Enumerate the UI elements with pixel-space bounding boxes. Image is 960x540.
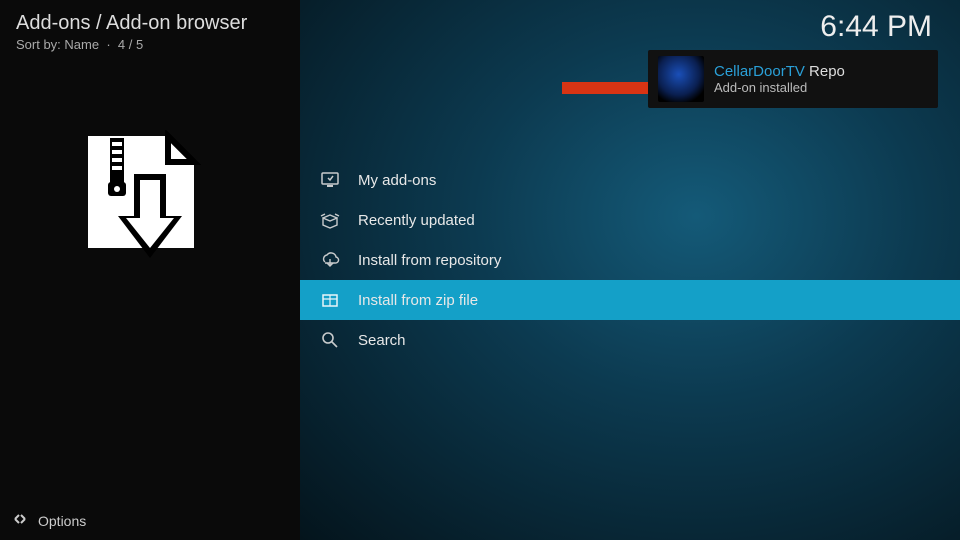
- notification-title: CellarDoorTV Repo: [714, 63, 845, 80]
- menu-item-install-from-repository[interactable]: Install from repository: [300, 240, 960, 280]
- sort-label: Sort by: Name: [16, 37, 99, 52]
- menu-label: Search: [358, 332, 406, 349]
- breadcrumb: Add-ons / Add-on browser: [16, 12, 284, 35]
- menu-label: Install from zip file: [358, 292, 478, 309]
- package-icon: [320, 290, 340, 310]
- globe-icon: [658, 56, 704, 102]
- menu-item-install-from-zip[interactable]: Install from zip file: [300, 280, 960, 320]
- menu-label: Recently updated: [358, 212, 475, 229]
- notification-toast: CellarDoorTV Repo Add-on installed: [648, 50, 938, 108]
- sort-line: Sort by: Name · 4 / 5: [16, 37, 284, 52]
- menu-item-recently-updated[interactable]: Recently updated: [300, 200, 960, 240]
- menu-item-search[interactable]: Search: [300, 320, 960, 360]
- clock: 6:44 PM: [820, 10, 932, 44]
- notification-subtitle: Add-on installed: [714, 80, 845, 95]
- monitor-icon: [320, 170, 340, 190]
- list-position: 4 / 5: [118, 37, 143, 52]
- addon-menu: My add-ons Recently updated Install from…: [300, 160, 960, 360]
- sidebar: Add-ons / Add-on browser Sort by: Name ·…: [0, 0, 300, 540]
- zip-download-icon: [70, 130, 210, 270]
- open-box-icon: [320, 210, 340, 230]
- menu-label: Install from repository: [358, 252, 501, 269]
- main-panel: 6:44 PM CellarDoorTV Repo Add-on install…: [300, 0, 960, 540]
- cloud-download-icon: [320, 250, 340, 270]
- menu-label: My add-ons: [358, 172, 436, 189]
- options-icon: [12, 511, 28, 530]
- menu-item-my-addons[interactable]: My add-ons: [300, 160, 960, 200]
- search-icon: [320, 330, 340, 350]
- options-button[interactable]: Options: [12, 511, 86, 530]
- options-label: Options: [38, 513, 86, 529]
